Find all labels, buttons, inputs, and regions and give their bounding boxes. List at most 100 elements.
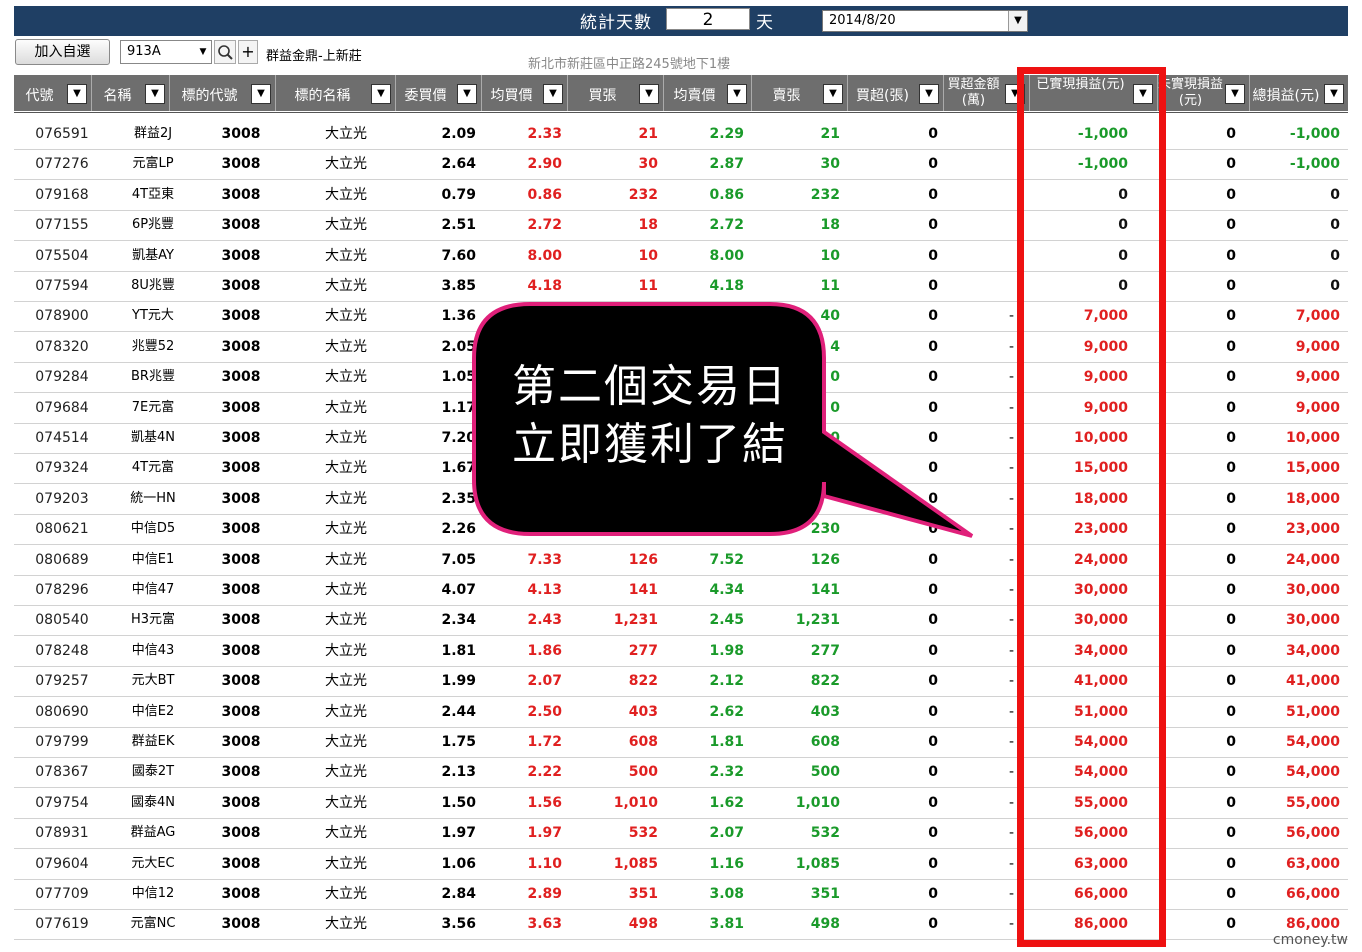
filter-dropdown-icon[interactable]: ▼ bbox=[639, 84, 659, 104]
cell-avg-sell bbox=[670, 301, 744, 331]
cell-name: 4T亞東 bbox=[131, 186, 175, 202]
cell-avg-sell: 3.81 bbox=[709, 916, 744, 933]
cell-stock-code: 3008 bbox=[221, 247, 261, 264]
cell-stock-name: 大立光 bbox=[325, 278, 367, 294]
cell-net-amount: - bbox=[1008, 642, 1014, 659]
cell-avg-sell: 1.62 bbox=[709, 794, 744, 811]
column-header-net-buy[interactable]: 買超(張) ▼ bbox=[848, 75, 944, 111]
cell-bid: 2.64 bbox=[441, 156, 476, 173]
cell-net-amount: - bbox=[1008, 855, 1014, 872]
column-header-total[interactable]: 總損益(元) ▼ bbox=[1250, 75, 1348, 111]
cell-name: 群益EK bbox=[131, 734, 175, 749]
column-header-bid[interactable]: 委買價 ▼ bbox=[396, 75, 482, 111]
cell-net-amount: - bbox=[1008, 430, 1014, 446]
chevron-down-icon[interactable]: ▼ bbox=[1008, 11, 1027, 31]
filter-dropdown-icon[interactable]: ▼ bbox=[251, 84, 271, 104]
filter-dropdown-icon[interactable]: ▼ bbox=[919, 84, 939, 104]
cell-total: 0 bbox=[1330, 217, 1340, 234]
cell-stock-code: 3008 bbox=[221, 794, 261, 811]
filter-dropdown-icon[interactable]: ▼ bbox=[145, 84, 165, 104]
cell-total: 63,000 bbox=[1285, 855, 1340, 872]
chevron-down-icon[interactable]: ▼ bbox=[195, 41, 211, 63]
cell-stock-code: 3008 bbox=[221, 156, 261, 173]
date-dropdown[interactable]: 2014/8/20 ▼ bbox=[822, 10, 1028, 32]
filter-dropdown-icon[interactable]: ▼ bbox=[67, 84, 87, 104]
cell-bid: 1.06 bbox=[441, 855, 476, 872]
cell-net-buy: 0 bbox=[928, 521, 938, 538]
column-header-name[interactable]: 名稱 ▼ bbox=[92, 75, 170, 111]
cell-buy-lots: 532 bbox=[628, 825, 658, 842]
cell-avg-sell: 1.98 bbox=[709, 642, 744, 659]
cell-name: 元大BT bbox=[131, 673, 175, 689]
column-header-sell-lots[interactable]: 賣張 ▼ bbox=[752, 75, 848, 111]
filter-dropdown-icon[interactable]: ▼ bbox=[543, 84, 563, 104]
broker-address: 新北市新莊區中正路245號地下1樓 bbox=[528, 57, 731, 72]
search-button[interactable] bbox=[214, 40, 236, 64]
callout-line-2: 立即獲利了結 bbox=[512, 419, 788, 470]
cell-net-amount bbox=[954, 271, 1014, 301]
cell-stock-code: 3008 bbox=[221, 764, 261, 781]
cell-buy-lots: 403 bbox=[628, 703, 658, 720]
cell-avg-buy: 2.72 bbox=[527, 217, 562, 234]
cell-sell-lots: 1,231 bbox=[795, 612, 840, 629]
cell-bid: 1.67 bbox=[441, 460, 476, 477]
filter-dropdown-icon[interactable]: ▼ bbox=[727, 84, 747, 104]
cell-avg-sell: 2.87 bbox=[709, 156, 744, 173]
cell-stock-name: 大立光 bbox=[325, 673, 367, 690]
cell-net-buy: 0 bbox=[928, 156, 938, 173]
cell-sell-lots: 21 bbox=[820, 126, 840, 142]
column-header-buy-lots[interactable]: 買張 ▼ bbox=[568, 75, 664, 111]
cell-buy-lots: 30 bbox=[638, 156, 658, 173]
column-header-avg-buy[interactable]: 均買價 ▼ bbox=[482, 75, 568, 111]
filter-dropdown-icon[interactable]: ▼ bbox=[1225, 84, 1245, 104]
cell-bid: 1.50 bbox=[441, 794, 476, 811]
broker-code-input[interactable]: 913A ▼ bbox=[120, 40, 212, 64]
column-header-unrealized[interactable]: 未實現損益(元) ▼ bbox=[1158, 75, 1250, 111]
cell-buy-lots: 232 bbox=[628, 186, 658, 203]
filter-dropdown-icon[interactable]: ▼ bbox=[823, 84, 843, 104]
column-header-avg-sell[interactable]: 均賣價 ▼ bbox=[664, 75, 752, 111]
cell-avg-buy bbox=[490, 301, 562, 331]
cell-net-amount: - bbox=[1008, 308, 1014, 325]
day-unit-label: 天 bbox=[756, 13, 773, 33]
filter-dropdown-icon[interactable]: ▼ bbox=[457, 84, 477, 104]
cell-stock-name: 大立光 bbox=[325, 156, 367, 173]
cell-stock-code: 3008 bbox=[221, 490, 261, 507]
cell-code: 078931 bbox=[35, 825, 89, 842]
cell-avg-sell: 2.12 bbox=[709, 673, 744, 690]
cell-avg-sell: 8.00 bbox=[709, 247, 744, 264]
column-header-code[interactable]: 代號 ▼ bbox=[14, 75, 92, 111]
filter-dropdown-icon[interactable]: ▼ bbox=[1324, 84, 1344, 104]
cell-avg-buy bbox=[490, 514, 562, 544]
stat-days-input[interactable]: 2 bbox=[666, 8, 750, 30]
cell-stock-name: 大立光 bbox=[325, 521, 367, 538]
cell-name: 6P兆豐 bbox=[131, 217, 175, 233]
cell-stock-name: 大立光 bbox=[325, 916, 367, 933]
cell-net-amount bbox=[954, 119, 1014, 149]
cell-stock-code: 3008 bbox=[221, 369, 261, 386]
add-to-watchlist-button[interactable]: 加入自選 bbox=[15, 39, 110, 65]
column-header-stock-name[interactable]: 標的名稱 ▼ bbox=[276, 75, 396, 111]
cell-net-buy: 0 bbox=[928, 764, 938, 781]
cell-stock-name: 大立光 bbox=[325, 886, 367, 902]
filter-dropdown-icon[interactable]: ▼ bbox=[371, 84, 391, 104]
cell-bid: 1.36 bbox=[441, 308, 476, 325]
cell-bid: 3.56 bbox=[441, 916, 476, 933]
cell-buy-lots: 1,085 bbox=[613, 855, 658, 872]
cell-stock-code: 3008 bbox=[221, 430, 261, 446]
cell-sell-lots: 141 bbox=[810, 582, 840, 598]
cell-avg-buy: 1.72 bbox=[527, 734, 562, 750]
cell-buy-lots: 351 bbox=[628, 886, 658, 902]
cell-net-buy: 0 bbox=[928, 734, 938, 750]
cell-stock-name: 大立光 bbox=[325, 217, 367, 234]
cell-sell-lots bbox=[756, 484, 840, 514]
cell-name: 群益AG bbox=[130, 825, 176, 841]
add-button[interactable]: + bbox=[238, 40, 258, 64]
cell-net-buy: 0 bbox=[928, 369, 938, 386]
realized-profit-highlight bbox=[1017, 67, 1166, 947]
cell-name: 凱基4N bbox=[131, 430, 175, 445]
cell-net-amount: - bbox=[1008, 764, 1014, 781]
cell-buy-lots: 21 bbox=[638, 126, 658, 142]
column-header-stock-code[interactable]: 標的代號 ▼ bbox=[170, 75, 276, 111]
cell-stock-name: 大立光 bbox=[325, 855, 367, 872]
